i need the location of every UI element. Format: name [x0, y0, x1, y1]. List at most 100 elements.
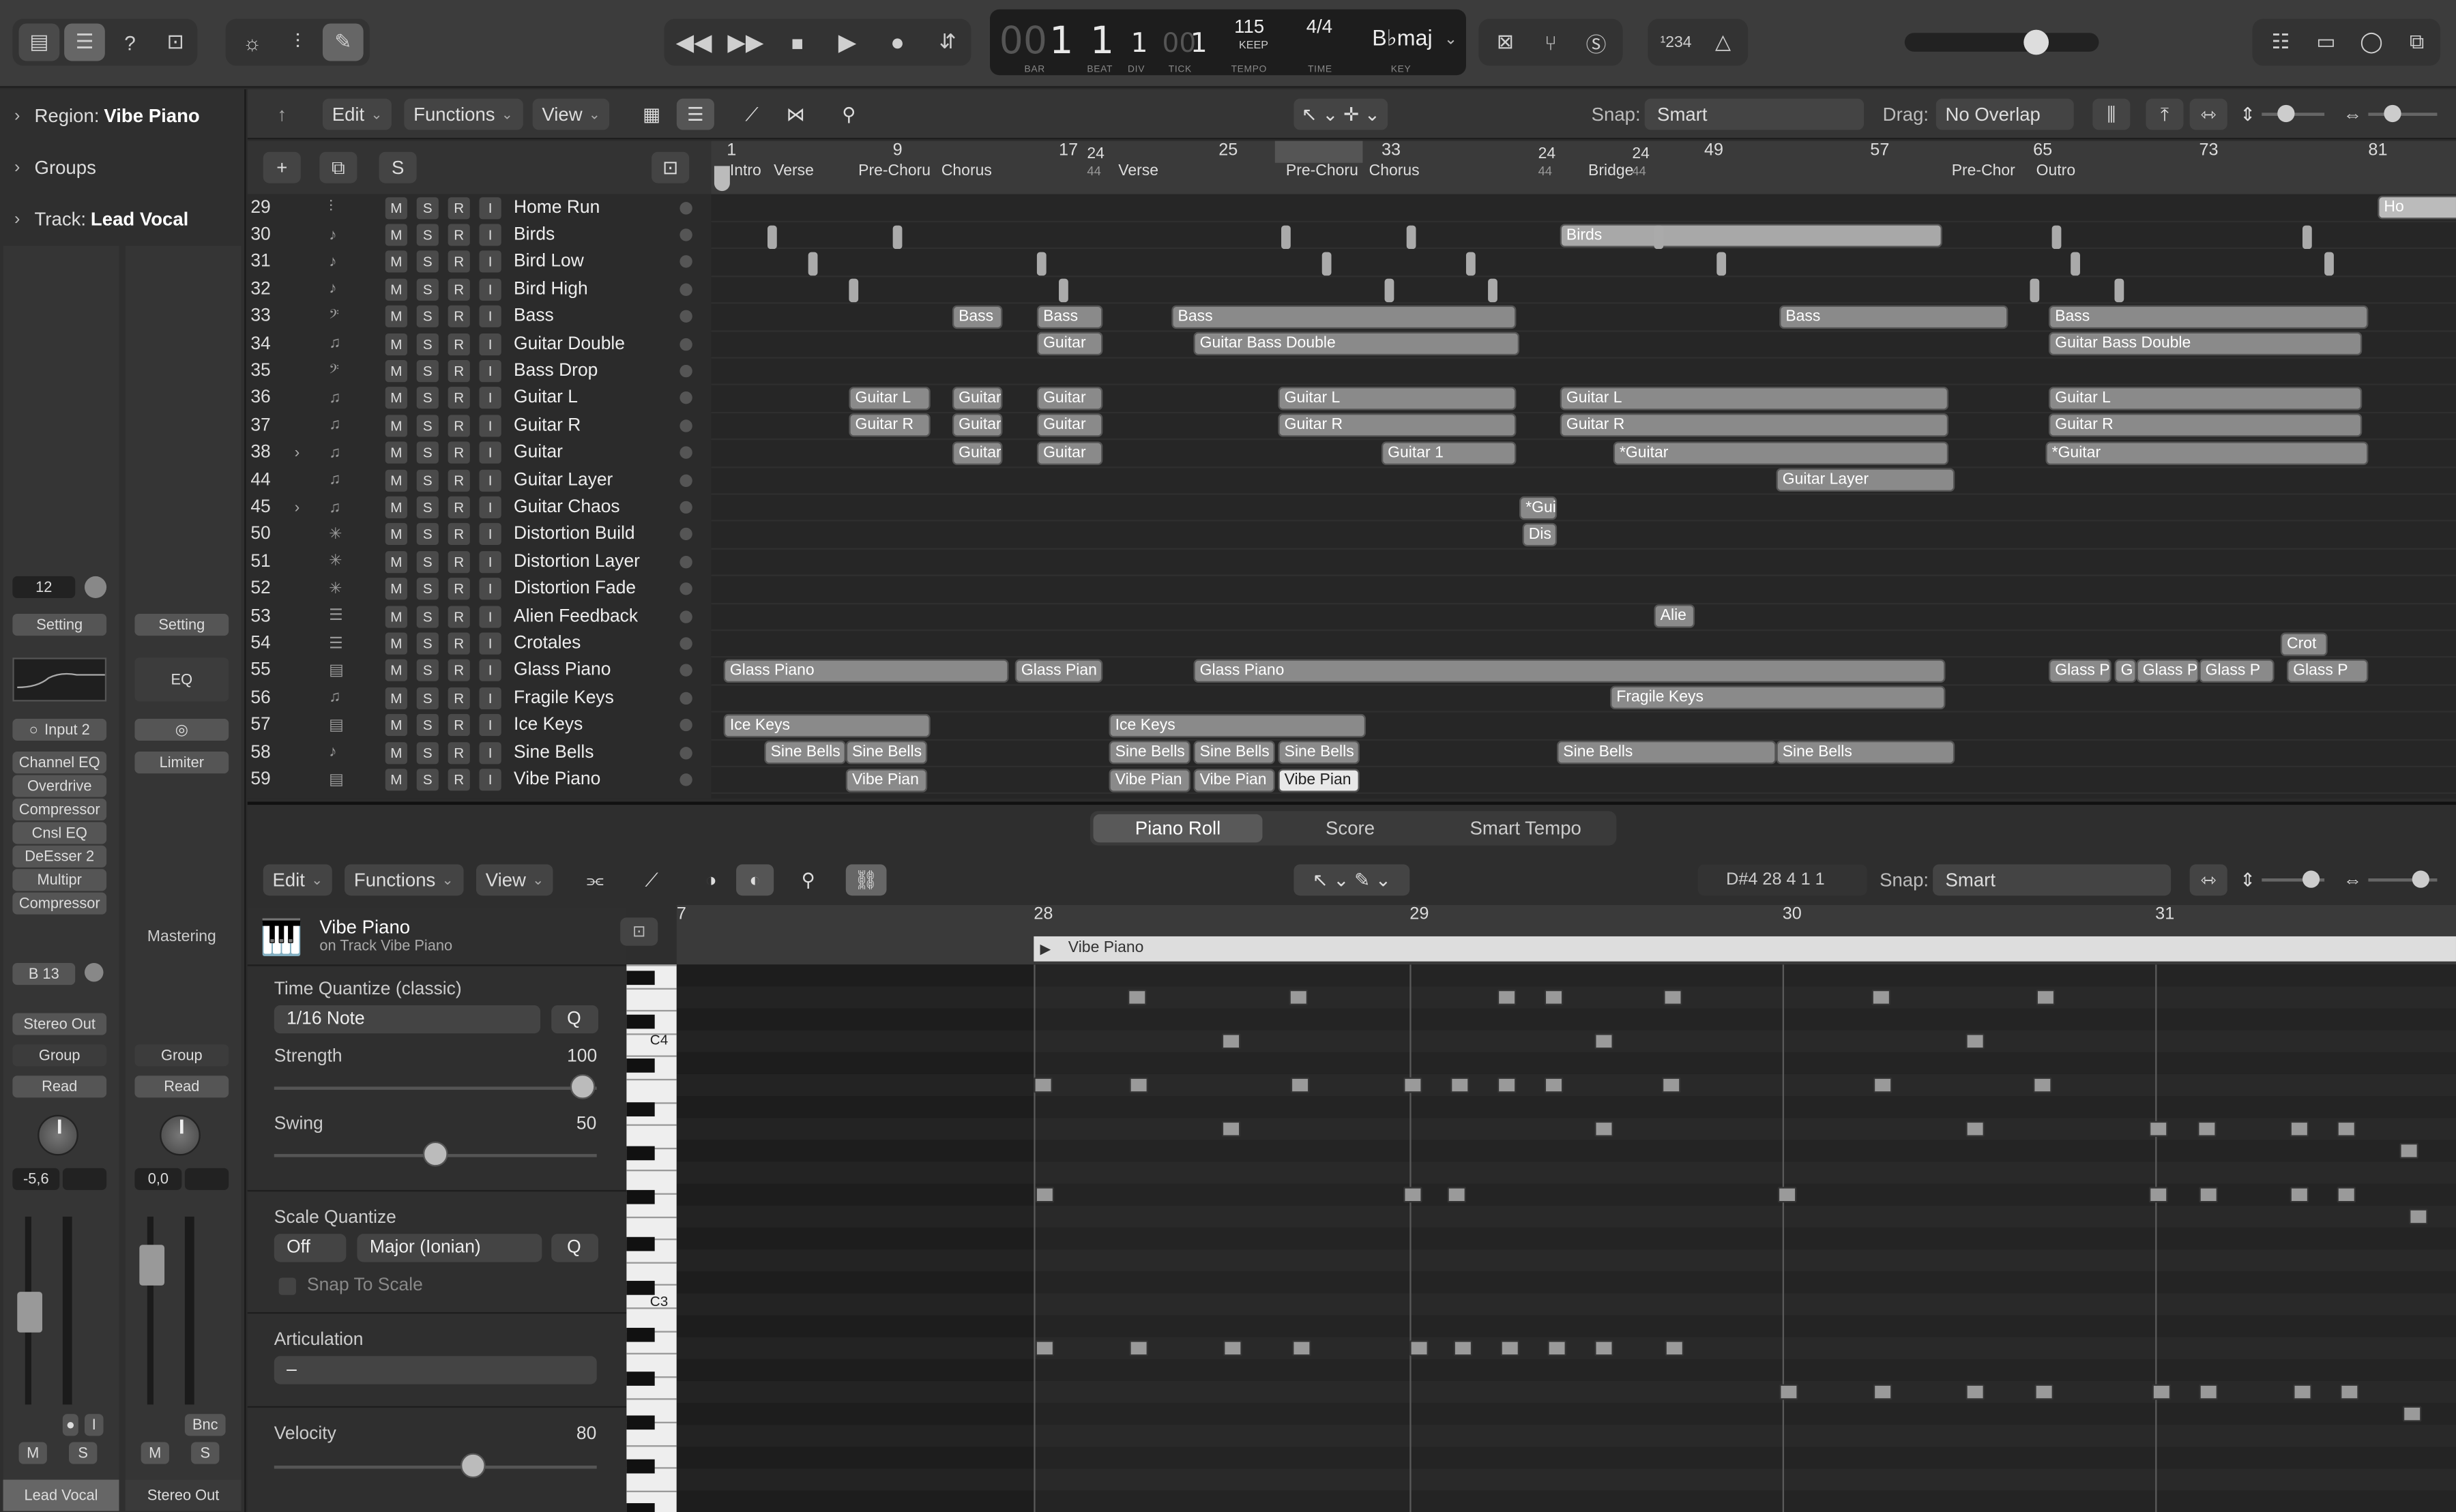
midi-note[interactable] — [1447, 1187, 1466, 1203]
volume-fader[interactable] — [17, 1292, 42, 1333]
track-row[interactable]: 44 ♫ M S R I Guitar Layer — [248, 466, 712, 494]
velocity-slider[interactable] — [274, 1465, 597, 1469]
small-region[interactable] — [849, 278, 859, 303]
track-input-button[interactable]: I — [479, 605, 501, 627]
pr-view-menu[interactable]: View — [476, 864, 554, 896]
small-region[interactable] — [1281, 225, 1291, 250]
mixer-icon[interactable]: ⫶ — [277, 23, 318, 61]
loop-browser-icon[interactable]: ◯ — [2351, 23, 2392, 61]
small-region[interactable] — [1654, 225, 1664, 250]
arrange-region[interactable]: Guitar — [1036, 332, 1103, 356]
strength-thumb[interactable] — [570, 1073, 596, 1099]
arrange-region[interactable]: Sine Bells — [764, 741, 846, 765]
track-record-button[interactable]: R — [448, 659, 470, 682]
track-mute-button[interactable]: M — [385, 605, 407, 627]
midi-note[interactable] — [1594, 1033, 1613, 1050]
midi-note[interactable] — [2402, 1406, 2422, 1422]
track-mute-button[interactable]: M — [385, 306, 407, 328]
midi-note[interactable] — [2034, 1384, 2053, 1400]
small-region[interactable] — [1059, 278, 1068, 303]
white-key[interactable] — [626, 1353, 677, 1355]
duplicate-track-icon[interactable]: ⧉ — [319, 151, 357, 183]
arrange-region[interactable]: Sine Bells — [1776, 741, 1955, 765]
arrange-region[interactable]: Vibe Pian — [1278, 768, 1360, 792]
strip-name[interactable]: Lead Vocal — [3, 1479, 119, 1511]
track-mute-button[interactable]: M — [385, 741, 407, 764]
track-record-button[interactable]: R — [448, 605, 470, 627]
record-icon[interactable]: ● — [877, 23, 918, 61]
black-key[interactable] — [626, 970, 655, 985]
tab-piano-roll[interactable]: Piano Roll — [1093, 814, 1263, 843]
midi-note[interactable] — [2036, 990, 2056, 1005]
track-row[interactable]: 52 ✳ M S R I Distortion Fade — [248, 576, 712, 603]
waveform-zoom-icon[interactable]: ⫼ — [2092, 98, 2131, 130]
piano-keyboard[interactable]: C4 C3 — [626, 964, 677, 1512]
midi-note[interactable] — [1544, 990, 1564, 1005]
track-mute-button[interactable]: M — [385, 769, 407, 791]
small-region[interactable] — [2324, 252, 2334, 276]
track-mute-button[interactable]: M — [385, 415, 407, 437]
track-solo-button[interactable]: S — [416, 659, 439, 682]
track-row[interactable]: 36 ♫ M S R I Guitar L — [248, 385, 712, 412]
track-input-button[interactable]: I — [479, 442, 501, 464]
track-record-button[interactable]: R — [448, 442, 470, 464]
arrange-region[interactable]: *Guitar — [1613, 441, 1949, 465]
send-knob[interactable] — [84, 962, 104, 982]
scale-select[interactable]: Major (Ionian) — [357, 1234, 542, 1262]
track-solo-button[interactable]: S — [416, 523, 439, 546]
automation-icon[interactable]: ⟋ — [733, 99, 770, 130]
inspector-region-row[interactable]: › Region: Vibe Piano — [0, 89, 244, 141]
arrange-region[interactable]: Vibe Pian — [1109, 768, 1190, 792]
midi-note[interactable] — [1221, 1033, 1241, 1050]
track-input-button[interactable]: I — [479, 196, 501, 219]
track-solo-button[interactable]: S — [416, 578, 439, 600]
arrange-region[interactable]: Sine Bells — [1557, 741, 1777, 765]
output-slot[interactable]: Stereo Out — [12, 1013, 107, 1035]
midi-note[interactable] — [1594, 1121, 1613, 1137]
arrange-region[interactable]: Guitar — [952, 387, 1003, 411]
gain-value[interactable]: 12 — [12, 576, 76, 599]
velocity-thumb[interactable] — [460, 1453, 486, 1479]
midi-note[interactable] — [1128, 990, 1147, 1005]
inspector-groups-row[interactable]: › Groups — [0, 141, 244, 193]
track-input-button[interactable]: I — [479, 333, 501, 355]
track-solo-button[interactable]: S — [416, 605, 439, 627]
midi-note[interactable] — [1661, 1077, 1681, 1093]
arrange-region[interactable]: Sine Bells — [1278, 741, 1360, 765]
midi-note[interactable] — [1594, 1340, 1613, 1357]
setting-button[interactable]: Setting — [12, 613, 107, 636]
track-record-button[interactable]: R — [448, 496, 470, 519]
track-record-button[interactable]: R — [448, 306, 470, 328]
midi-note[interactable] — [2148, 1121, 2168, 1137]
white-key[interactable] — [626, 1170, 677, 1172]
tab-score[interactable]: Score — [1266, 814, 1435, 842]
notepad-icon[interactable]: ▭ — [2306, 23, 2347, 61]
midi-note[interactable] — [1223, 1340, 1242, 1357]
midi-note[interactable] — [1965, 1033, 1985, 1050]
midi-note[interactable] — [1965, 1384, 1985, 1400]
lcd-key[interactable]: B♭maj — [1372, 25, 1432, 52]
volume-fader-2[interactable] — [139, 1245, 165, 1286]
midi-note[interactable] — [1409, 1340, 1429, 1357]
arrange-region[interactable]: Guitar R — [1560, 414, 1949, 438]
track-input-button[interactable]: I — [479, 741, 501, 764]
track-solo-button[interactable]: S — [416, 360, 439, 383]
track-mute-button[interactable]: M — [385, 496, 407, 519]
scale-quantize-q-button[interactable]: Q — [551, 1234, 599, 1262]
marker[interactable]: Pre-Choru — [1286, 163, 1358, 182]
arrange-region[interactable]: Sine Bells — [845, 741, 928, 765]
track-row[interactable]: 56 ♫ M S R I Fragile Keys — [248, 685, 712, 712]
grid-view-icon[interactable]: ▦ — [633, 99, 671, 130]
arrange-region[interactable]: Alie — [1654, 604, 1695, 629]
arrange-region[interactable]: Guitar Bass Double — [1193, 332, 1520, 356]
midi-note[interactable] — [1871, 990, 1891, 1005]
arrange-region[interactable]: Ice Keys — [723, 713, 931, 737]
midi-note[interactable] — [1290, 1077, 1310, 1093]
lcd-display[interactable]: 00 1 BAR 1 BEAT 1 DIV 00 1 TICK 115 KEEP… — [990, 9, 1466, 76]
arrange-region[interactable]: Glass P — [2199, 659, 2275, 683]
setting-button-2[interactable]: Setting — [134, 613, 229, 636]
small-region[interactable] — [1465, 252, 1476, 276]
library-icon[interactable]: ▤ — [18, 23, 60, 61]
arrange-region[interactable]: Bass — [1171, 305, 1517, 329]
pr-pointer-tool-icon[interactable]: ↖ ⌄ ✎ ⌄ — [1293, 864, 1410, 896]
